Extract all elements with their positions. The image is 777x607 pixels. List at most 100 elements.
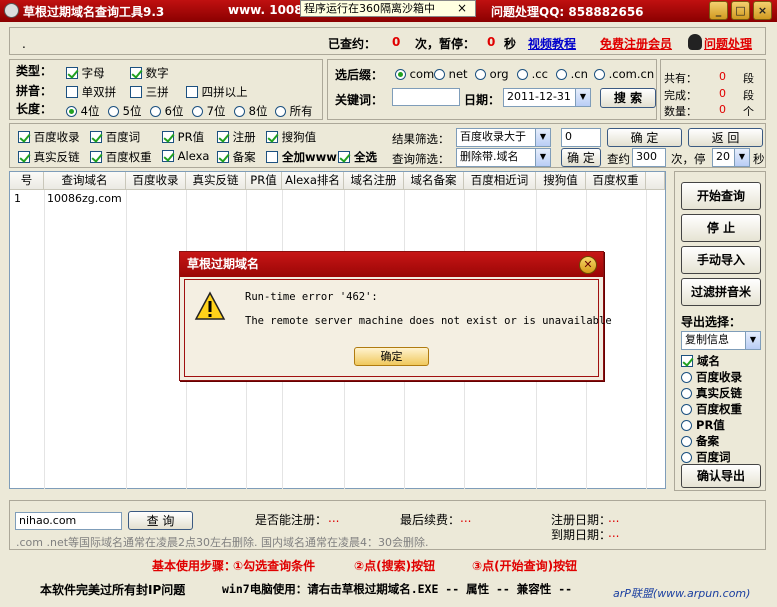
export-option[interactable]: 百度词 bbox=[681, 449, 731, 465]
chevron-down-icon[interactable]: ▼ bbox=[535, 129, 550, 146]
close-button[interactable]: × bbox=[753, 1, 772, 20]
query-filter-select[interactable]: 删除带.域名 ▼ bbox=[456, 148, 551, 167]
chevron-down-icon[interactable]: ▼ bbox=[575, 89, 590, 106]
export-radio[interactable] bbox=[681, 436, 692, 447]
check-select-all[interactable]: 全选 bbox=[338, 149, 377, 165]
type-digits-checkbox[interactable] bbox=[130, 67, 142, 79]
export-radio[interactable] bbox=[681, 404, 692, 415]
dialog-ok-button[interactable]: 确定 bbox=[354, 347, 429, 366]
check-times-input[interactable]: 300 bbox=[632, 148, 666, 167]
check-baidu-index-box[interactable] bbox=[18, 131, 30, 143]
chevron-down-icon[interactable]: ▼ bbox=[535, 149, 550, 166]
check-beian-box[interactable] bbox=[217, 151, 229, 163]
export-radio[interactable] bbox=[681, 420, 692, 431]
manual-import-button[interactable]: 手动导入 bbox=[681, 246, 761, 274]
check-backlinks[interactable]: 真实反链 bbox=[18, 149, 80, 165]
type-letters-checkbox[interactable] bbox=[66, 67, 78, 79]
suffix-radio-cn[interactable] bbox=[556, 69, 567, 80]
check-pr-box[interactable] bbox=[162, 131, 174, 143]
length-radio-all[interactable] bbox=[275, 106, 286, 117]
col-header-pr[interactable]: PR值 bbox=[246, 172, 282, 190]
col-header-baidu-weight[interactable]: 百度权重 bbox=[586, 172, 646, 190]
length-radio-4[interactable] bbox=[66, 106, 77, 117]
export-radio[interactable] bbox=[681, 372, 692, 383]
col-header-no[interactable]: 号 bbox=[10, 172, 44, 190]
help-link[interactable]: 问题处理 bbox=[704, 35, 752, 52]
chevron-down-icon[interactable]: ▼ bbox=[745, 332, 760, 349]
col-header-beian[interactable]: 域名备案 bbox=[404, 172, 464, 190]
pinyin-four-option[interactable]: 四拼以上 bbox=[186, 84, 248, 100]
suffix-option-cn[interactable]: .cn bbox=[556, 67, 588, 81]
export-radio[interactable] bbox=[681, 452, 692, 463]
check-pr[interactable]: PR值 bbox=[162, 129, 204, 145]
check-baidu-weight-box[interactable] bbox=[90, 151, 102, 163]
check-baidu-word-box[interactable] bbox=[90, 131, 102, 143]
suffix-radio-com[interactable] bbox=[395, 69, 406, 80]
col-header-domain[interactable]: 查询域名 bbox=[44, 172, 126, 190]
col-header-baidu-index[interactable]: 百度收录 bbox=[126, 172, 186, 190]
length-option-4[interactable]: 4位 bbox=[66, 103, 99, 119]
pinyin-triple-checkbox[interactable] bbox=[130, 86, 142, 98]
export-option[interactable]: 百度权重 bbox=[681, 401, 742, 417]
check-all-www[interactable]: 全加www bbox=[266, 149, 337, 165]
export-domain-option[interactable]: 域名 bbox=[681, 353, 720, 369]
check-beian[interactable]: 备案 bbox=[217, 149, 256, 165]
result-filter-select[interactable]: 百度收录大于 ▼ bbox=[456, 128, 551, 147]
filter-pinyin-button[interactable]: 过滤拼音米 bbox=[681, 278, 761, 306]
result-filter-number[interactable]: 0 bbox=[561, 128, 601, 147]
suffix-option-comcn[interactable]: .com.cn bbox=[594, 67, 654, 81]
type-letters-option[interactable]: 字母 bbox=[66, 65, 105, 81]
length-option-5[interactable]: 5位 bbox=[108, 103, 141, 119]
length-option-6[interactable]: 6位 bbox=[150, 103, 183, 119]
start-query-button[interactable]: 开始查询 bbox=[681, 182, 761, 210]
confirm-export-button[interactable]: 确认导出 bbox=[681, 464, 761, 488]
export-option[interactable]: 真实反链 bbox=[681, 385, 742, 401]
suffix-radio-comcn[interactable] bbox=[594, 69, 605, 80]
pinyin-single-double-option[interactable]: 单双拼 bbox=[66, 84, 116, 100]
register-link[interactable]: 免费注册会员 bbox=[600, 35, 672, 52]
table-row[interactable]: 1 10086zg.com bbox=[10, 191, 665, 207]
maximize-button[interactable]: □ bbox=[731, 1, 750, 20]
stop-button[interactable]: 停 止 bbox=[681, 214, 761, 242]
col-header-sogou[interactable]: 搜狗值 bbox=[536, 172, 586, 190]
pinyin-four-checkbox[interactable] bbox=[186, 86, 198, 98]
length-radio-5[interactable] bbox=[108, 106, 119, 117]
col-header-baidu-similar[interactable]: 百度相近词 bbox=[464, 172, 536, 190]
result-filter-confirm-button[interactable]: 确 定 bbox=[607, 128, 682, 147]
suffix-option-net[interactable]: net bbox=[434, 67, 468, 81]
export-domain-checkbox[interactable] bbox=[681, 355, 693, 367]
check-alexa-box[interactable] bbox=[162, 150, 174, 162]
date-picker[interactable]: 2011-12-31 ▼ bbox=[503, 88, 591, 107]
keyword-input[interactable] bbox=[392, 88, 460, 106]
length-radio-6[interactable] bbox=[150, 106, 161, 117]
export-radio[interactable] bbox=[681, 388, 692, 399]
length-option-8[interactable]: 8位 bbox=[234, 103, 267, 119]
check-alexa[interactable]: Alexa bbox=[162, 149, 209, 163]
check-baidu-word[interactable]: 百度词 bbox=[90, 129, 140, 145]
search-button[interactable]: 搜 索 bbox=[600, 88, 656, 108]
whois-query-button[interactable]: 查 询 bbox=[128, 511, 193, 530]
suffix-radio-org[interactable] bbox=[475, 69, 486, 80]
chevron-down-icon[interactable]: ▼ bbox=[734, 149, 749, 166]
suffix-radio-net[interactable] bbox=[434, 69, 445, 80]
length-radio-7[interactable] bbox=[192, 106, 203, 117]
check-baidu-weight[interactable]: 百度权重 bbox=[90, 149, 152, 165]
suffix-option-org[interactable]: org bbox=[475, 67, 509, 81]
check-sogou[interactable]: 搜狗值 bbox=[266, 129, 316, 145]
tooltip-close-icon[interactable]: × bbox=[457, 1, 467, 16]
pinyin-single-double-checkbox[interactable] bbox=[66, 86, 78, 98]
video-tutorial-link[interactable]: 视频教程 bbox=[528, 35, 576, 52]
check-select-all-box[interactable] bbox=[338, 151, 350, 163]
dialog-close-icon[interactable]: ✕ bbox=[579, 256, 597, 274]
export-option[interactable]: PR值 bbox=[681, 417, 725, 433]
minimize-button[interactable]: _ bbox=[709, 1, 728, 20]
check-register[interactable]: 注册 bbox=[217, 129, 256, 145]
suffix-option-cc[interactable]: .cc bbox=[517, 67, 548, 81]
check-backlinks-box[interactable] bbox=[18, 151, 30, 163]
check-all-www-box[interactable] bbox=[266, 151, 278, 163]
length-option-all[interactable]: 所有 bbox=[275, 103, 313, 119]
export-option[interactable]: 备案 bbox=[681, 433, 719, 449]
suffix-option-com[interactable]: com bbox=[395, 67, 434, 81]
length-radio-8[interactable] bbox=[234, 106, 245, 117]
export-option[interactable]: 百度收录 bbox=[681, 369, 742, 385]
